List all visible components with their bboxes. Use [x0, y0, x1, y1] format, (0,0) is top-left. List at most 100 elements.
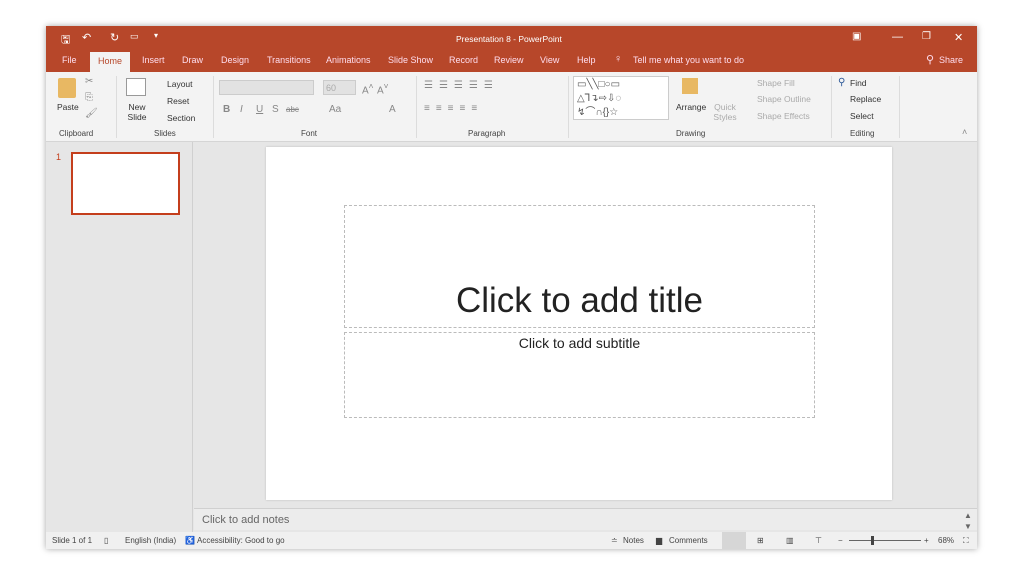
- new-slide-icon: [126, 78, 146, 96]
- tab-file[interactable]: File: [62, 55, 77, 65]
- tab-review[interactable]: Review: [494, 55, 524, 65]
- tab-insert[interactable]: Insert: [142, 55, 165, 65]
- customize-qat-icon[interactable]: ▾: [154, 31, 158, 40]
- paste-button[interactable]: Paste: [57, 102, 79, 112]
- accessibility-status[interactable]: Accessibility: Good to go: [197, 536, 285, 545]
- tab-view[interactable]: View: [540, 55, 559, 65]
- minimize-button[interactable]: —: [892, 31, 903, 43]
- align-icons[interactable]: ≡≡≡≡≡: [424, 103, 483, 114]
- grow-font-icon[interactable]: A˄: [362, 81, 374, 96]
- zoom-slider[interactable]: [849, 540, 921, 541]
- shape-fill-button[interactable]: Shape Fill: [757, 78, 795, 88]
- shape-effects-button[interactable]: Shape Effects: [757, 111, 810, 121]
- list-icons[interactable]: ☰☰☰☰☰: [424, 80, 499, 91]
- notes-icon: ≐: [611, 536, 618, 545]
- zoom-out-button[interactable]: −: [838, 536, 843, 545]
- scroll-up-icon[interactable]: ▲: [964, 511, 972, 520]
- tab-record[interactable]: Record: [449, 55, 478, 65]
- collapse-ribbon-icon[interactable]: ˄: [962, 127, 967, 137]
- subtitle-placeholder-text: Click to add subtitle: [518, 335, 641, 351]
- undo-icon[interactable]: ↶: [82, 31, 91, 44]
- editing-label: Editing: [850, 129, 875, 138]
- zoom-level[interactable]: 68%: [938, 536, 954, 545]
- tab-transitions[interactable]: Transitions: [267, 55, 311, 65]
- reading-view-icon[interactable]: ▥: [786, 536, 794, 545]
- shrink-font-icon[interactable]: A˅: [377, 81, 389, 96]
- arrange-icon: [682, 78, 698, 94]
- comments-icon: ▆: [656, 536, 663, 545]
- quick-styles-button[interactable]: Quick Styles: [711, 102, 739, 122]
- zoom-in-button[interactable]: +: [924, 536, 929, 545]
- notes-button[interactable]: Notes: [623, 536, 644, 545]
- spell-check-icon[interactable]: ▯: [104, 536, 108, 545]
- slide-canvas[interactable]: Click to add title Click to add subtitle: [266, 147, 892, 500]
- tell-me-search[interactable]: Tell me what you want to do: [633, 55, 744, 65]
- tab-slide-show[interactable]: Slide Show: [388, 55, 433, 65]
- cut-icon[interactable]: ✂: [85, 76, 93, 87]
- scroll-down-icon[interactable]: ▼: [964, 522, 972, 531]
- replace-button[interactable]: Replace: [850, 94, 881, 104]
- tab-design[interactable]: Design: [221, 55, 249, 65]
- tab-home[interactable]: Home: [90, 52, 131, 72]
- layout-button[interactable]: Layout: [167, 79, 193, 89]
- paragraph-label: Paragraph: [468, 129, 506, 138]
- present-icon[interactable]: ▭: [130, 31, 139, 42]
- shapes-gallery[interactable]: ▭╲╲□○▭ △⅂↴⇨⇩◌ ↯⌒∩{}☆: [573, 76, 669, 120]
- font-size-field[interactable]: 60: [323, 80, 356, 95]
- title-placeholder[interactable]: Click to add title: [344, 205, 815, 328]
- accessibility-icon: ♿: [185, 536, 195, 545]
- format-painter-icon[interactable]: 🖌: [85, 108, 98, 119]
- tab-animations[interactable]: Animations: [326, 55, 371, 65]
- lightbulb-icon: ♀: [614, 53, 623, 65]
- find-icon: ⚲: [838, 77, 846, 88]
- redo-icon[interactable]: ↻: [110, 31, 119, 44]
- slideshow-view-icon[interactable]: ⊤: [815, 536, 822, 545]
- subtitle-placeholder[interactable]: Click to add subtitle: [344, 332, 815, 418]
- title-placeholder-text: Click to add title: [455, 281, 704, 320]
- change-case-icon[interactable]: Aa: [329, 104, 341, 115]
- arrange-button[interactable]: Arrange: [676, 102, 706, 112]
- slide-count: Slide 1 of 1: [52, 536, 93, 545]
- tab-draw[interactable]: Draw: [182, 55, 203, 65]
- slide-thumbnail[interactable]: [71, 152, 180, 215]
- slide-number: 1: [56, 152, 62, 162]
- window-title: Presentation 8 - PowerPoint: [456, 34, 562, 44]
- slide-thumbnail-pane: 1: [46, 142, 193, 532]
- zoom-slider-thumb[interactable]: [871, 536, 874, 545]
- notes-pane[interactable]: Click to add notes: [194, 508, 977, 530]
- find-button[interactable]: Find: [850, 78, 867, 88]
- shadow-icon[interactable]: S: [272, 104, 279, 115]
- font-name-field[interactable]: [219, 80, 314, 95]
- person-icon: ⚲: [926, 54, 935, 66]
- ribbon: Paste ✂ ⎘ 🖌 Clipboard New Slide Layout R…: [46, 72, 977, 142]
- status-bar: Slide 1 of 1 ▯ English (India) ♿ Accessi…: [46, 532, 977, 549]
- paste-icon: [58, 78, 76, 98]
- fit-to-window-icon[interactable]: ⛶: [963, 536, 969, 546]
- shape-outline-button[interactable]: Shape Outline: [757, 94, 811, 104]
- font-label: Font: [301, 129, 318, 138]
- comments-button[interactable]: Comments: [669, 536, 708, 545]
- share-button[interactable]: Share: [939, 55, 963, 65]
- clipboard-label: Clipboard: [59, 129, 94, 138]
- strikethrough-icon[interactable]: abc: [286, 105, 299, 114]
- select-button[interactable]: Select: [850, 111, 874, 121]
- font-color-icon[interactable]: A: [389, 104, 396, 115]
- ribbon-tabs: File Home Insert Draw Design Transitions…: [46, 50, 977, 72]
- copy-icon[interactable]: ⎘: [85, 92, 93, 103]
- ribbon-display-icon[interactable]: ▣: [852, 31, 861, 42]
- reset-button[interactable]: Reset: [167, 96, 189, 106]
- underline-icon[interactable]: U: [256, 104, 263, 115]
- save-icon[interactable]: 🖫: [61, 31, 70, 50]
- normal-view-button[interactable]: [722, 532, 746, 549]
- bold-icon[interactable]: B: [223, 104, 230, 115]
- section-button[interactable]: Section: [167, 113, 195, 123]
- italic-icon[interactable]: I: [240, 104, 243, 115]
- restore-button[interactable]: ❐: [922, 31, 931, 42]
- close-button[interactable]: ✕: [954, 31, 963, 44]
- tab-help[interactable]: Help: [577, 55, 596, 65]
- drawing-label: Drawing: [676, 129, 706, 138]
- language[interactable]: English (India): [125, 536, 176, 545]
- new-slide-button[interactable]: New Slide: [124, 102, 150, 122]
- slide-sorter-icon[interactable]: ⊞: [757, 536, 764, 545]
- powerpoint-window: 🖫 ↶ ↻ ▭ ▾ Presentation 8 - PowerPoint ▣ …: [46, 26, 977, 549]
